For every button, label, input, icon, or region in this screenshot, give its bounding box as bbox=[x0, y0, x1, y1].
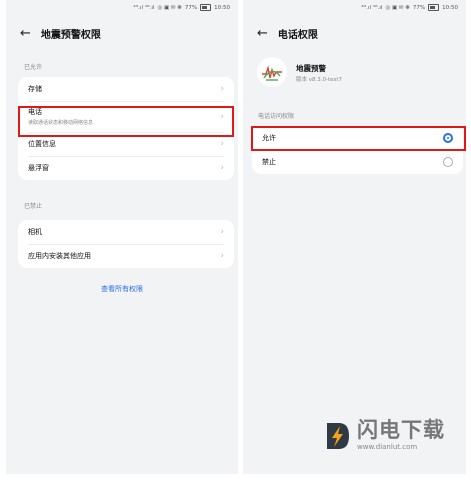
option-label: 禁止 bbox=[262, 158, 276, 166]
chevron-right-icon: › bbox=[220, 139, 224, 149]
battery-icon bbox=[200, 4, 212, 11]
clock: 10:50 bbox=[442, 4, 458, 11]
battery-icon bbox=[428, 4, 440, 11]
denied-section-header: 已禁止 bbox=[24, 203, 43, 210]
allowed-section-header: 已允许 bbox=[24, 64, 43, 71]
battery-percent: 77% bbox=[184, 4, 198, 11]
clock: 10:50 bbox=[214, 4, 230, 11]
phone-permission-screen: ⁴ᴳ.ıl ⁴ᴳ.ıl ◎ ▣ ✉ ❋ 77% 10:50 ← 电话权限 地震预… bbox=[243, 0, 466, 474]
view-all-permissions-link[interactable]: 查看所有权限 bbox=[6, 284, 238, 294]
status-bar: ⁴ᴳ.ıl ⁴ᴳ.ıl ◎ ▣ ✉ ❋ 77% 10:50 bbox=[133, 4, 230, 11]
signal-indicator: ⁴ᴳ.ıl ⁴ᴳ.ıl bbox=[133, 4, 155, 11]
permissions-screen: ⁴ᴳ.ıl ⁴ᴳ.ıl ◎ ▣ ✉ ❋ 77% 10:50 ← 地震预警权限 已… bbox=[6, 0, 238, 474]
back-arrow-icon[interactable]: ← bbox=[20, 27, 31, 40]
chevron-right-icon: › bbox=[220, 227, 224, 237]
permission-label: 存储 bbox=[28, 85, 42, 93]
radio-unselected-icon[interactable] bbox=[443, 157, 453, 167]
battery-percent: 77% bbox=[412, 4, 426, 11]
chevron-right-icon: › bbox=[220, 163, 224, 173]
chevron-right-icon: › bbox=[220, 84, 224, 94]
permission-item-floating-window[interactable]: 悬浮窗 › bbox=[18, 156, 234, 180]
back-arrow-icon[interactable]: ← bbox=[257, 27, 268, 40]
option-deny[interactable]: 禁止 bbox=[252, 150, 463, 174]
watermark: 闪电下载 www.dianlut.com bbox=[325, 420, 445, 451]
allow-highlight-box bbox=[251, 126, 466, 151]
chevron-right-icon: › bbox=[220, 251, 224, 261]
denied-permissions-list: 相机 › 应用内安装其他应用 › bbox=[18, 220, 234, 268]
watermark-url: www.dianlut.com bbox=[357, 443, 418, 451]
watermark-brand: 闪电下载 bbox=[357, 418, 445, 442]
app-version: 版本 v8.3.0-test7 bbox=[296, 77, 343, 83]
signal-indicator: ⁴ᴳ.ıl ⁴ᴳ.ıl bbox=[361, 4, 383, 11]
permission-label: 应用内安装其他应用 bbox=[28, 252, 91, 260]
page-title: 地震预警权限 bbox=[40, 30, 101, 41]
permission-label: 位置信息 bbox=[28, 140, 56, 148]
permission-label: 相机 bbox=[28, 228, 42, 236]
status-icons: ◎ ▣ ✉ ❋ bbox=[385, 4, 410, 11]
permission-item-camera[interactable]: 相机 › bbox=[18, 220, 234, 244]
page-title: 电话权限 bbox=[277, 30, 318, 41]
status-bar: ⁴ᴳ.ıl ⁴ᴳ.ıl ◎ ▣ ✉ ❋ 77% 10:50 bbox=[361, 4, 458, 11]
permission-label: 悬浮窗 bbox=[28, 164, 49, 172]
permission-item-install-apps[interactable]: 应用内安装其他应用 › bbox=[18, 244, 234, 268]
phone-access-section-header: 电话访问权限 bbox=[258, 113, 295, 120]
phone-highlight-box bbox=[18, 106, 234, 137]
status-icons: ◎ ▣ ✉ ❋ bbox=[157, 4, 182, 11]
permission-item-storage[interactable]: 存储 › bbox=[18, 77, 234, 101]
lightning-logo-icon bbox=[327, 422, 349, 449]
app-name: 地震预警 bbox=[296, 64, 326, 73]
earthquake-app-icon bbox=[257, 57, 287, 87]
